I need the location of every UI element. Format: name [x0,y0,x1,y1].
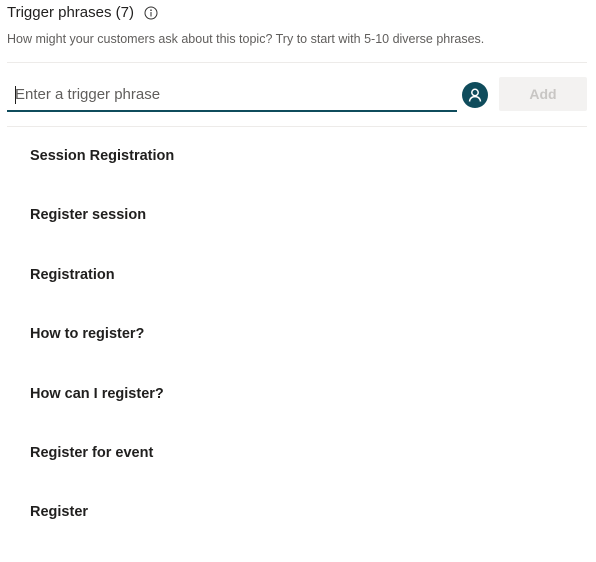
trigger-phrase-item[interactable]: How to register? [30,324,174,383]
person-icon[interactable] [462,82,488,108]
trigger-phrase-item[interactable]: Register session [30,205,174,264]
trigger-phrase-item[interactable]: How can I register? [30,384,174,443]
trigger-phrase-input[interactable] [7,78,457,110]
trigger-phrase-item[interactable]: Register for event [30,443,174,502]
text-cursor [15,86,16,104]
trigger-phrase-item[interactable]: Registration [30,265,174,324]
section-title: Trigger phrases (7) [7,4,134,21]
divider [7,126,587,127]
trigger-phrase-list: Session Registration Register session Re… [30,146,174,562]
trigger-phrase-item[interactable]: Session Registration [30,146,174,205]
info-icon[interactable] [144,6,158,20]
add-button[interactable]: Add [499,77,587,111]
divider [7,62,587,63]
trigger-phrases-header: Trigger phrases (7) [7,4,158,22]
trigger-phrase-item[interactable]: Register [30,502,174,561]
trigger-phrase-input-container[interactable] [7,78,457,112]
section-description: How might your customers ask about this … [7,32,485,46]
